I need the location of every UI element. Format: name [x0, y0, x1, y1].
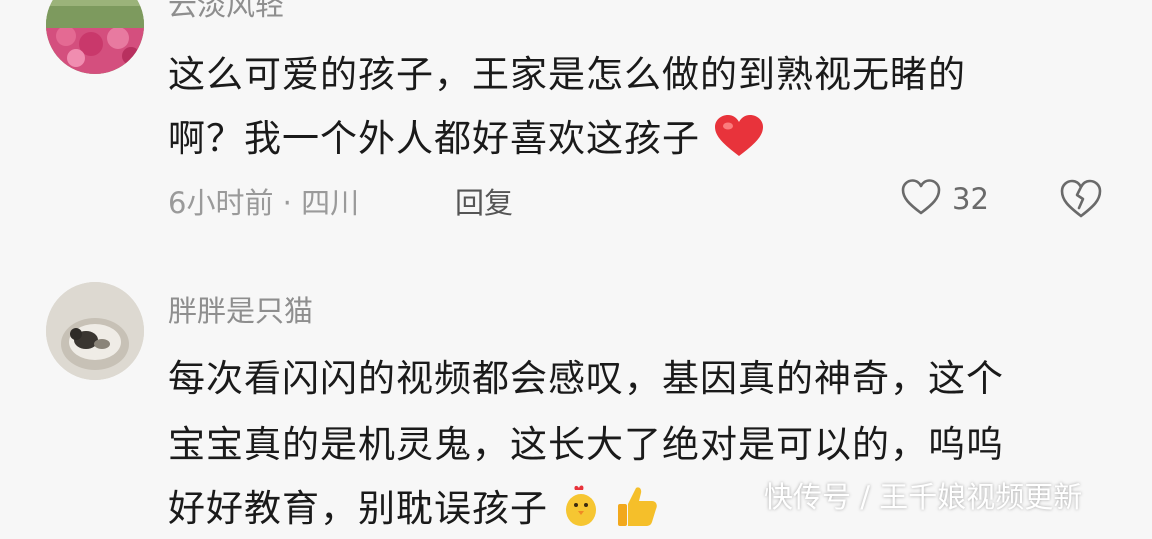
comment-username[interactable]: 胖胖是只猫: [168, 288, 313, 330]
chick-icon: [561, 484, 601, 537]
comment-text-segment: 啊？我一个外人都好喜欢这孩子: [168, 117, 700, 160]
comment-text-line: 啊？我一个外人都好喜欢这孩子: [168, 108, 765, 167]
heart-outline-icon: [900, 178, 942, 220]
watermark: 快传号 / 王千娘视频更新: [764, 480, 1083, 514]
like-button[interactable]: 32: [900, 178, 989, 220]
avatar-cat-image: [46, 282, 144, 380]
avatar[interactable]: [46, 282, 144, 380]
comment-text-line: 每次看闪闪的视频都会感叹，基因真的神奇，这个: [168, 357, 1004, 400]
dislike-button[interactable]: [1058, 178, 1104, 224]
reply-button[interactable]: 回复: [455, 180, 513, 222]
like-count: 32: [952, 182, 989, 216]
avatar-flowers-image: [46, 0, 144, 74]
broken-heart-icon: [1058, 179, 1104, 224]
avatar[interactable]: [46, 0, 144, 74]
comment-text-line: 好好教育，别耽误孩子: [168, 478, 662, 539]
comment-username[interactable]: 云淡风轻: [168, 0, 284, 24]
thumbs-up-icon: [614, 482, 662, 539]
comment-text-line: 宝宝真的是机灵鬼，这长大了绝对是可以的，呜呜: [168, 423, 1004, 466]
comment-text-line: 这么可爱的孩子，王家是怎么做的到熟视无睹的: [168, 53, 966, 96]
comment-text-segment: 好好教育，别耽误孩子: [168, 487, 548, 530]
comment-meta: 6小时前 · 四川: [168, 186, 360, 220]
red-heart-icon: [713, 114, 765, 167]
